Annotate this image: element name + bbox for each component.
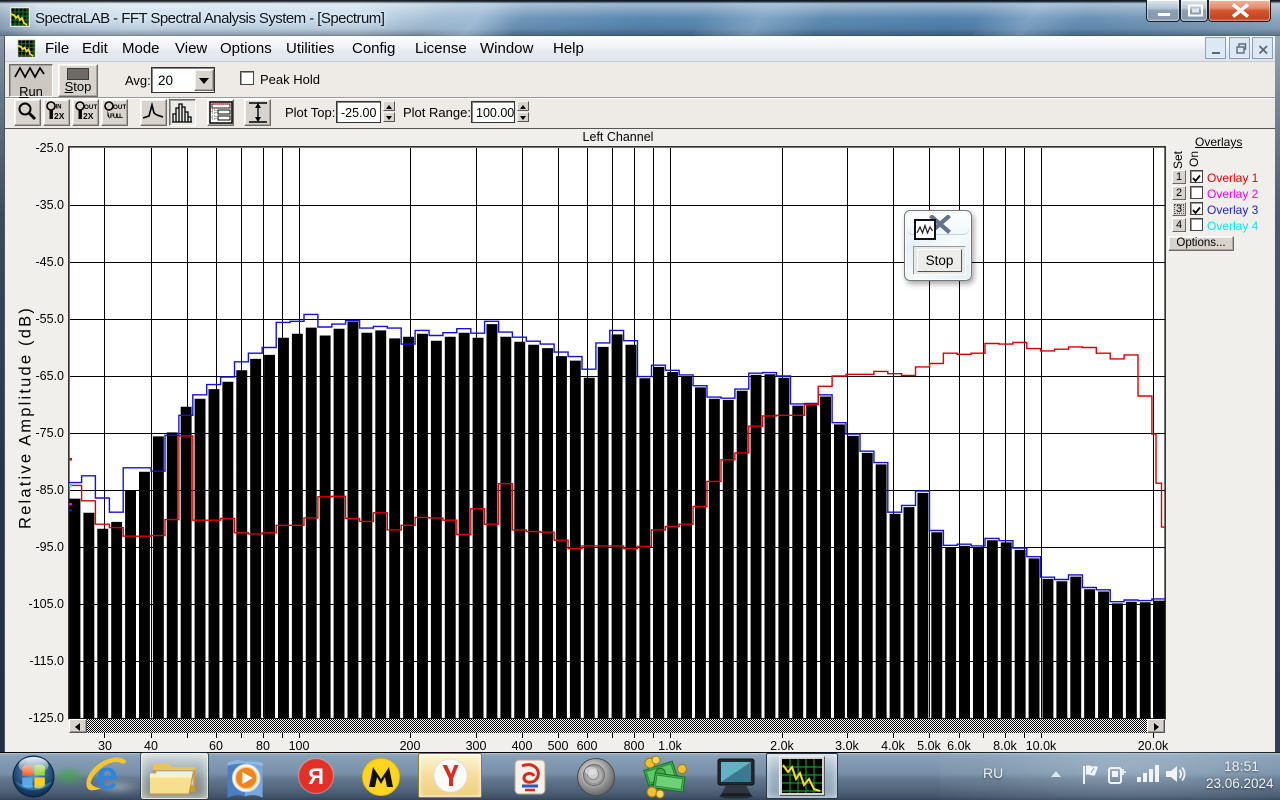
svg-text:2X: 2X bbox=[54, 111, 65, 121]
svg-text:2X: 2X bbox=[83, 111, 94, 121]
svg-text:IN: IN bbox=[56, 105, 62, 111]
svg-text:OUT: OUT bbox=[84, 104, 97, 111]
svg-text:FULL: FULL bbox=[110, 113, 123, 120]
svg-text:OUT: OUT bbox=[113, 104, 126, 111]
svg-text:Я: Я bbox=[308, 764, 324, 789]
